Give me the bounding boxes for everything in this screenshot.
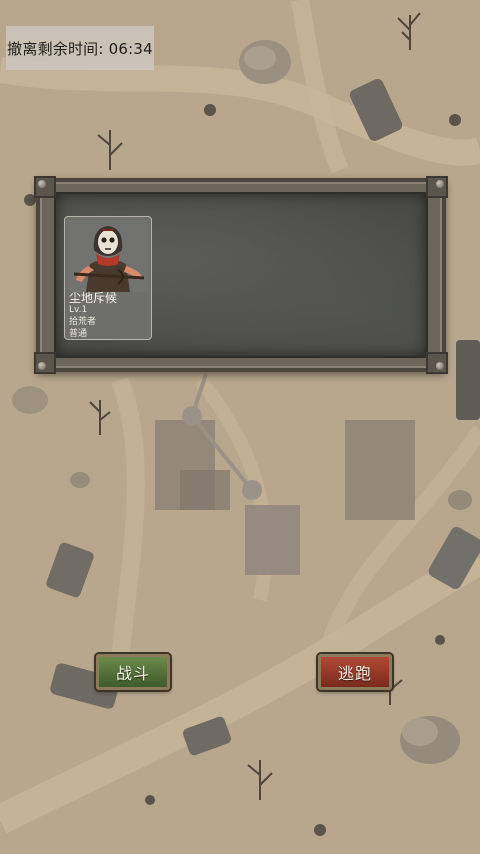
flee-button-label: 逃跑 — [337, 664, 372, 683]
enemy-rarity: 普通 — [69, 329, 88, 339]
flee-button[interactable]: 逃跑 — [318, 654, 392, 690]
enemy-portrait-icon — [68, 220, 148, 292]
rivet-icon — [436, 180, 444, 188]
enemy-name: 尘地斥候 — [69, 291, 118, 305]
evacuation-timer-label: 撤离剩余时间: 06:34 — [7, 39, 153, 58]
rivet-icon — [436, 362, 444, 370]
enemy-level: Lv.1 — [69, 305, 88, 315]
evacuation-timer: 撤离剩余时间: 06:34 — [6, 26, 154, 70]
enemy-card[interactable]: 尘地斥候 Lv.1 拾荒者 普通 — [64, 216, 152, 340]
rivet-icon — [38, 180, 46, 188]
rivet-icon — [38, 362, 46, 370]
panel-corner-top-left — [34, 176, 56, 198]
fight-button[interactable]: 战斗 — [96, 654, 170, 690]
wasteland-map-background — [0, 0, 480, 854]
fight-button-label: 战斗 — [115, 664, 150, 683]
enemy-type: 拾荒者 — [69, 317, 97, 327]
